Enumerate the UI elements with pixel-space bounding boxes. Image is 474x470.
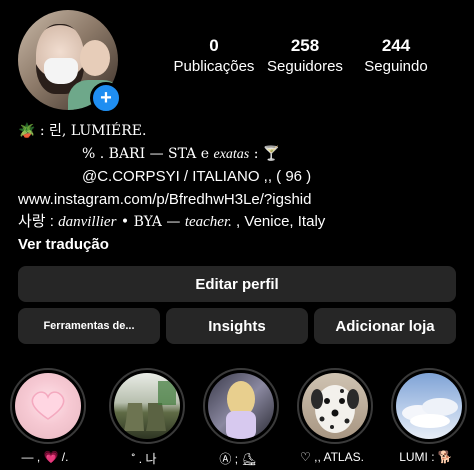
stat-following[interactable]: 244 Seguindo xyxy=(356,36,436,75)
highlight-3[interactable]: Ⓐ ; ⛸ xyxy=(203,368,279,467)
bio-line-2-b: exatas xyxy=(213,146,250,162)
highlight-cover xyxy=(302,373,368,439)
stat-followers-label: Seguidores xyxy=(267,58,343,75)
person-icon xyxy=(226,381,256,439)
profile-bio: 🪴 : 린, LUMIÉRE. % . BARI — STA e exatas … xyxy=(18,120,468,256)
highlight-caption: ♡ ,, ATLAS. xyxy=(300,450,364,464)
bio-line-2-a: % . BARI — STA e xyxy=(82,145,214,162)
clouds-icon xyxy=(402,398,458,428)
add-shop-button[interactable]: Adicionar loja xyxy=(314,308,456,344)
stat-posts[interactable]: 0 Publicações xyxy=(166,36,262,75)
avatar-face-mask xyxy=(44,58,78,84)
highlight-ring xyxy=(10,368,86,444)
dalmatian-icon xyxy=(311,385,359,433)
highlight-cover xyxy=(15,373,81,439)
tools-button[interactable]: Ferramentas de... xyxy=(18,308,160,344)
bio-line-5-b: danvillier xyxy=(58,214,117,230)
highlight-caption: LUMI : 🐕 xyxy=(399,450,453,464)
bio-link[interactable]: www.instagram.com/p/BfredhwH3Le/?igshid xyxy=(18,189,468,212)
highlight-ring xyxy=(203,368,279,444)
edit-profile-button[interactable]: Editar perfil xyxy=(18,266,456,302)
highlight-caption: ˚ . 나 xyxy=(131,452,157,466)
highlight-4[interactable]: ♡ ,, ATLAS. xyxy=(297,368,373,464)
bio-line-5-d: teacher. xyxy=(184,214,232,230)
stat-posts-label: Publicações xyxy=(173,58,255,75)
add-story-plus-icon[interactable]: + xyxy=(90,82,122,114)
stat-followers[interactable]: 258 Seguidores xyxy=(262,36,348,75)
highlight-ring xyxy=(297,368,373,444)
bio-line-2: % . BARI — STA e exatas : 🍸 xyxy=(18,143,468,167)
highlight-ring xyxy=(391,368,467,444)
highlight-cover xyxy=(396,373,462,439)
bio-line-5-a: 사랑 : xyxy=(18,213,59,230)
bio-line-5: 사랑 : danvillier • BYA — teacher. , Venic… xyxy=(18,211,468,234)
highlight-1[interactable]: — , 💗 /. xyxy=(10,368,86,464)
highlight-ring xyxy=(109,368,185,444)
profile-avatar-wrap[interactable]: + xyxy=(18,10,122,114)
boots-icon xyxy=(124,381,176,431)
bio-line-5-e: , Venice, Italy xyxy=(231,213,326,230)
stat-following-count: 244 xyxy=(381,36,411,55)
profile-stats: 0 Publicações 258 Seguidores 244 Seguind… xyxy=(166,36,442,86)
heart-icon xyxy=(31,391,65,420)
stat-following-label: Seguindo xyxy=(364,58,428,75)
bio-line-5-c: • BYA — xyxy=(116,214,185,230)
insights-button[interactable]: Insights xyxy=(166,308,308,344)
stat-posts-count: 0 xyxy=(209,36,219,55)
see-translation-link[interactable]: Ver tradução xyxy=(18,234,468,257)
highlight-5[interactable]: LUMI : 🐕 xyxy=(391,368,467,464)
avatar-person-right xyxy=(80,40,110,76)
highlight-cover xyxy=(114,373,180,439)
highlight-caption: Ⓐ ; ⛸ xyxy=(219,452,257,466)
bio-line-name: 🪴 : 린, LUMIÉRE. xyxy=(18,123,147,139)
bio-line-3: @C.CORPSYI / ITALIANO ,, ( 96 ) xyxy=(82,168,312,185)
highlight-caption: — , 💗 /. xyxy=(21,450,69,464)
highlight-2[interactable]: ˚ . 나 xyxy=(109,368,185,467)
bio-line-2-c: : 🍸 xyxy=(249,145,281,162)
highlight-cover xyxy=(208,373,274,439)
stat-followers-count: 258 xyxy=(290,36,320,55)
